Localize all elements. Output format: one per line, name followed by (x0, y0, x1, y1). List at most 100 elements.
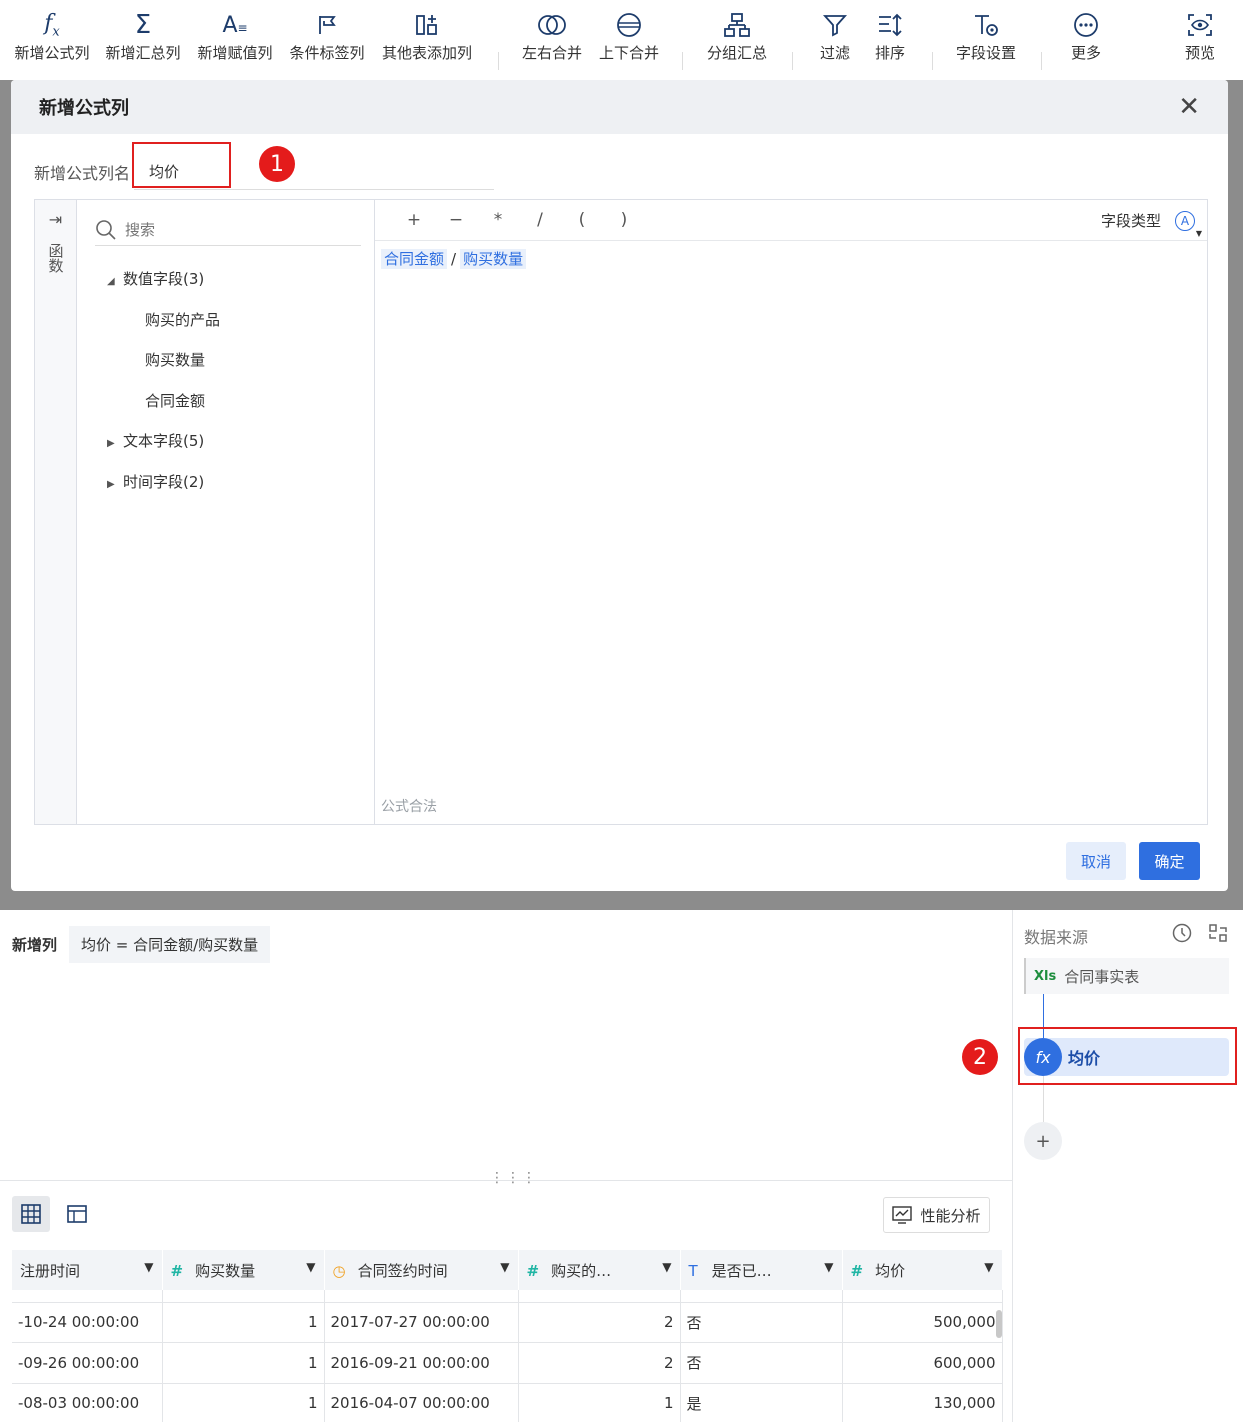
dropdown-arrow-icon[interactable]: ▼ (500, 1260, 509, 1274)
dropdown-arrow-icon[interactable]: ▼ (144, 1260, 153, 1274)
column-header[interactable]: 注册时间 ▼ (12, 1250, 163, 1290)
table-cell: 2 (518, 1342, 681, 1384)
formula-field-chip[interactable]: 购买数量 (460, 249, 527, 269)
vertical-scrollbar[interactable] (996, 1310, 1002, 1338)
toolbar-add-assign-column[interactable]: A≡ 新增赋值列 (195, 8, 275, 63)
operator-minus[interactable]: − (435, 210, 477, 230)
table-header-row: 注册时间 ▼ # 购买数量 ▼ ◷ 合同签约时间 ▼ # 购买的… ▼ T 是否已… ▼ # 均价 ▼ (12, 1250, 1003, 1290)
number-type-icon: # (526, 1261, 540, 1280)
table-cell: 否 (680, 1302, 843, 1343)
new-column-label: 新增列 (12, 936, 58, 954)
tree-field-item[interactable]: 合同金额 (107, 386, 220, 427)
toolbar-merge-horizontal[interactable]: 左右合并 (519, 8, 585, 63)
dropdown-arrow-icon[interactable]: ▼ (662, 1260, 671, 1274)
toolbar-preview[interactable]: 预览 (1182, 8, 1218, 63)
column-header[interactable]: T 是否已… ▼ (680, 1250, 843, 1290)
toolbar-field-settings[interactable]: 字段设置 (953, 8, 1019, 63)
text-type-icon: T (688, 1261, 698, 1280)
field-type-selector[interactable]: 字段类型 A ▼ (1101, 210, 1202, 238)
highlight-box-name (132, 142, 231, 188)
dialog-header: 新增公式列 ✕ (11, 80, 1228, 134)
table-cell: 130,000 (842, 1383, 1003, 1422)
annotation-badge-2: 2 (962, 1039, 998, 1075)
expand-arrow-icon[interactable]: ⇥ (35, 210, 76, 229)
dropdown-arrow-icon[interactable]: ▼ (984, 1260, 993, 1274)
swap-layout-icon[interactable] (1207, 922, 1229, 944)
confirm-button[interactable]: 确定 (1139, 842, 1200, 880)
layout-icon (67, 1205, 87, 1223)
column-header[interactable]: ◷ 合同签约时间 ▼ (324, 1250, 519, 1290)
search-icon (96, 219, 116, 240)
operator-plus[interactable]: + (393, 210, 435, 230)
flag-icon (287, 8, 367, 42)
history-icon[interactable] (1171, 922, 1193, 944)
tree-group-numeric[interactable]: ◢ 数值字段(3) (107, 264, 220, 305)
view-toggle (12, 1196, 104, 1232)
add-step-button[interactable]: + (1024, 1122, 1062, 1160)
toolbar-separator (498, 52, 499, 70)
formula-expression[interactable]: 合同金额 / 购买数量 (381, 248, 527, 269)
table-cell: -10-24 00:00:00 (12, 1302, 163, 1343)
formula-status: 公式合法 (381, 799, 437, 815)
operator-divide[interactable]: / (519, 210, 561, 230)
tree-group-time[interactable]: ▶ 时间字段(2) (107, 467, 220, 508)
table-cell: 1 (162, 1342, 325, 1384)
data-source-item[interactable]: Xls 合同事实表 (1024, 958, 1229, 994)
layout-view-button[interactable] (58, 1196, 96, 1232)
table-row[interactable]: -10-24 00:00:00 1 2017-07-27 00:00:00 2 … (12, 1302, 1003, 1343)
field-list-panel: ◢数值字段(3) 购买的产品 购买数量 合同金额 ▶文本字段(5) ▶时间字段(… (77, 200, 375, 824)
grid-view-button[interactable] (12, 1196, 50, 1232)
column-header[interactable]: # 购买数量 ▼ (162, 1250, 325, 1290)
table-cell: 否 (680, 1342, 843, 1384)
dropdown-arrow-icon[interactable]: ▼ (824, 1260, 833, 1274)
resize-handle[interactable]: ⋮⋮⋮ (490, 1170, 538, 1186)
table-cell: 2016-04-07 00:00:00 (324, 1383, 519, 1422)
toolbar-add-column-from-table[interactable]: 其他表添加列 (378, 8, 476, 63)
toolbar-more[interactable]: 更多 (1068, 8, 1104, 63)
toolbar-add-summary-column[interactable]: Σ 新增汇总列 (103, 8, 183, 63)
merge-vertical-icon (596, 8, 662, 42)
table-cell: 2 (518, 1302, 681, 1343)
toolbar-filter[interactable]: 过滤 (817, 8, 853, 63)
formula-operator: / (451, 250, 457, 268)
toolbar-sort[interactable]: 排序 (872, 8, 908, 63)
formula-field-chip[interactable]: 合同金额 (381, 249, 448, 269)
cancel-button[interactable]: 取消 (1066, 842, 1126, 880)
table-row[interactable]: -08-03 00:00:00 1 2016-04-07 00:00:00 1 … (12, 1383, 1003, 1422)
operator-bar: + − * / ( ) 字段类型 A ▼ (375, 200, 1207, 241)
toolbar-merge-vertical[interactable]: 上下合并 (596, 8, 662, 63)
function-tab[interactable]: ⇥ 函数 (35, 200, 77, 824)
expand-triangle-icon: ▶ (107, 438, 115, 449)
new-column-expression[interactable]: 均价 = 合同金额/购买数量 (69, 926, 271, 963)
operator-right-paren[interactable]: ) (603, 210, 645, 230)
operator-left-paren[interactable]: ( (561, 210, 603, 230)
table-cell: 2016-09-21 00:00:00 (324, 1342, 519, 1384)
performance-analysis-button[interactable]: 性能分析 (883, 1197, 990, 1233)
tree-field-item[interactable]: 购买数量 (107, 345, 220, 386)
new-column-summary: 新增列 均价 = 合同金额/购买数量 (12, 926, 271, 963)
toolbar: fx 新增公式列 Σ 新增汇总列 A≡ 新增赋值列 条件标签列 其他表添加列 左… (0, 0, 1243, 80)
toolbar-add-formula-column[interactable]: fx 新增公式列 (12, 8, 92, 63)
more-icon (1068, 8, 1104, 42)
annotation-badge-1: 1 (259, 146, 295, 182)
field-search-input[interactable] (125, 220, 345, 239)
add-formula-column-dialog: 新增公式列 ✕ 新增公式列名 1 ⇥ 函数 ◢数值字段(3) 购买的产品 购买数… (11, 80, 1228, 891)
toolbar-group-summary[interactable]: 分组汇总 (704, 8, 770, 63)
table-cell: 是 (680, 1383, 843, 1422)
toolbar-separator (792, 52, 793, 70)
table-row[interactable]: -09-26 00:00:00 1 2016-09-21 00:00:00 2 … (12, 1342, 1003, 1384)
data-source-name: 合同事实表 (1064, 967, 1140, 986)
fx-icon: fx (44, 10, 60, 40)
sort-icon (872, 8, 908, 42)
tree-group-text[interactable]: ▶ 文本字段(5) (107, 426, 220, 467)
tree-field-item[interactable]: 购买的产品 (107, 305, 220, 346)
table-cell: -08-03 00:00:00 (12, 1383, 163, 1422)
column-header[interactable]: # 均价 ▼ (842, 1250, 1003, 1290)
toolbar-condition-label-column[interactable]: 条件标签列 (287, 8, 367, 63)
text-type-icon: A ▼ (1175, 210, 1202, 238)
operator-multiply[interactable]: * (477, 210, 519, 230)
column-header[interactable]: # 购买的… ▼ (518, 1250, 681, 1290)
close-icon[interactable]: ✕ (1178, 94, 1200, 120)
formula-editor: ⇥ 函数 ◢数值字段(3) 购买的产品 购买数量 合同金额 ▶文本字段(5) ▶… (34, 199, 1208, 825)
dropdown-arrow-icon[interactable]: ▼ (306, 1260, 315, 1274)
